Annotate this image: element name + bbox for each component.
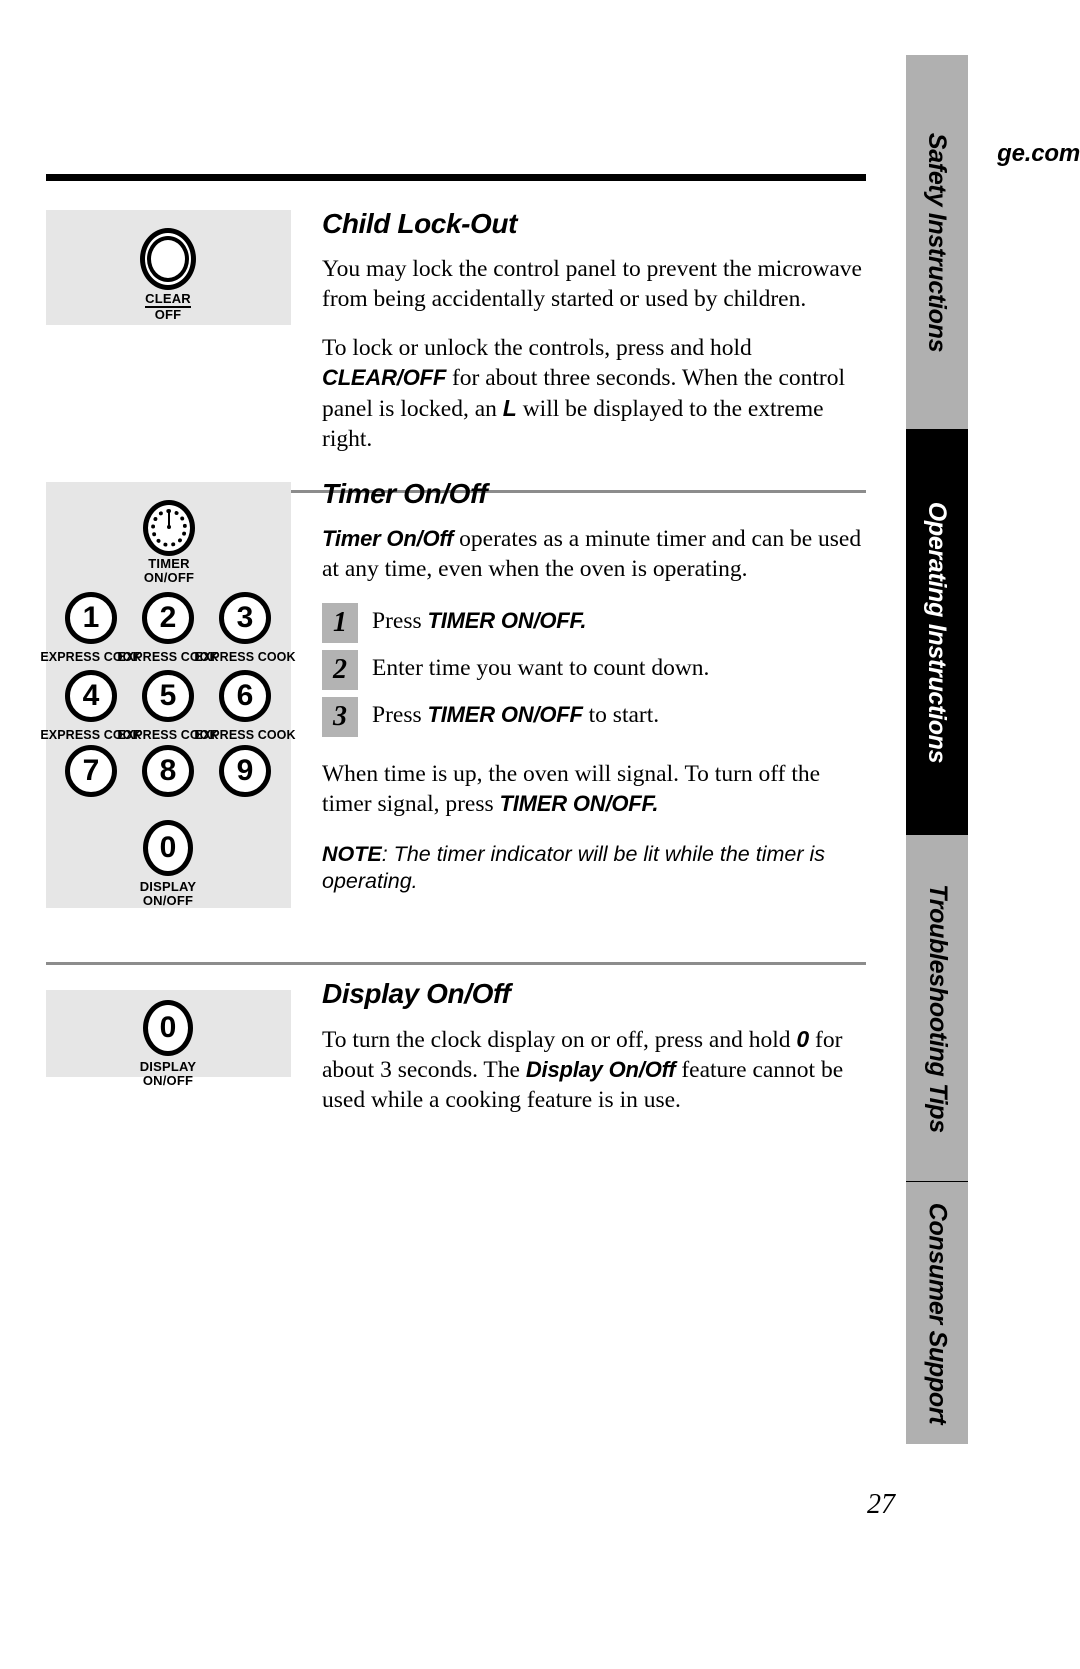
display-onoff-caption-keypad: DISPLAY ON/OFF	[108, 880, 228, 908]
display-onoff-key-inline: Display On/Off	[525, 1057, 676, 1082]
clear-off-button-icon	[140, 228, 196, 290]
page-number: 27	[867, 1489, 895, 1520]
child-lockout-copy: Child Lock-Out You may lock the control …	[322, 208, 874, 454]
timer-button-caption: TIMER ON/OFF	[109, 557, 229, 585]
section-divider-2	[46, 962, 866, 965]
tab-safety-instructions[interactable]: Safety Instructions	[906, 55, 968, 429]
keypad-key-0[interactable]: 0	[143, 820, 193, 876]
display-caption-line-2: ON/OFF	[142, 1073, 194, 1088]
section-title-display: Display On/Off	[322, 978, 511, 1009]
display-caption-line-1: DISPLAY	[139, 879, 197, 894]
section-title-child-lockout: Child Lock-Out	[322, 208, 518, 239]
keypad-key-4[interactable]: 4	[65, 670, 117, 722]
manual-page: ge.com CLEAR OFF Child Lock-Out You may …	[0, 0, 1080, 1669]
timer-dial-icon	[143, 500, 195, 556]
step-text: Press TIMER ON/OFF.	[372, 608, 587, 634]
keypad-key-5[interactable]: 5	[142, 670, 194, 722]
display-caption-line-2: ON/OFF	[142, 893, 194, 908]
keypad-key-9[interactable]: 9	[219, 745, 271, 797]
zero-key-inline: 0	[796, 1026, 810, 1052]
keypad-key-6-sublabel: EXPRESS COOK	[194, 728, 296, 742]
clear-off-caption: CLEAR OFF	[108, 292, 228, 322]
clear-label: CLEAR	[145, 291, 191, 308]
step-number-badge: 3	[322, 697, 358, 737]
tab-label: Safety Instructions	[923, 132, 952, 352]
timer-intro-paragraph: Timer On/Off operates as a minute timer …	[322, 526, 862, 582]
keypad-key-1[interactable]: 1	[65, 592, 117, 644]
keypad-key-3[interactable]: 3	[219, 592, 271, 644]
timer-caption-line-2: ON/OFF	[143, 570, 195, 585]
timer-copy: Timer On/Off Timer On/Off operates as a …	[322, 478, 874, 916]
timer-key-inline-intro: Timer On/Off	[322, 526, 454, 551]
tab-troubleshooting-tips[interactable]: Troubleshooting Tips	[906, 835, 968, 1181]
off-label: OFF	[154, 307, 182, 322]
timer-key-inline-step3: TIMER ON/OFF	[427, 702, 583, 727]
display-onoff-artwork: 0 DISPLAY ON/OFF	[46, 990, 291, 1088]
header-rule	[46, 174, 866, 181]
clear-off-key-inline: CLEAR/OFF	[322, 365, 447, 390]
tab-consumer-support[interactable]: Consumer Support	[906, 1182, 968, 1444]
timer-key-inline-outro: TIMER ON/OFF.	[499, 791, 659, 816]
tab-label: Troubleshooting Tips	[923, 883, 952, 1133]
child-lockout-paragraph-1: You may lock the control panel to preven…	[322, 256, 862, 312]
section-title-timer: Timer On/Off	[322, 478, 488, 509]
timer-step-3: 3 Press TIMER ON/OFF to start.	[322, 697, 874, 737]
display-zero-button-icon: 0	[143, 1000, 193, 1056]
child-lockout-artwork: CLEAR OFF	[46, 210, 291, 325]
timer-step-1: 1 Press TIMER ON/OFF.	[322, 603, 874, 643]
lock-indicator-letter: L	[502, 395, 517, 421]
timer-note: NOTE: The timer indicator will be lit wh…	[322, 841, 826, 893]
timer-step-2: 2 Enter time you want to count down.	[322, 650, 874, 690]
step-text: Enter time you want to count down.	[372, 655, 710, 681]
keypad-key-3-sublabel: EXPRESS COOK	[194, 650, 296, 664]
keypad-key-2[interactable]: 2	[142, 592, 194, 644]
section-tab-rail: Safety Instructions Operating Instructio…	[906, 55, 968, 1444]
tab-operating-instructions[interactable]: Operating Instructions	[906, 429, 968, 835]
step-number-badge: 1	[322, 603, 358, 643]
display-caption-line-1: DISPLAY	[139, 1059, 197, 1074]
timer-key-inline-step1: TIMER ON/OFF.	[427, 608, 587, 633]
display-onoff-copy: Display On/Off To turn the clock display…	[322, 978, 882, 1115]
display-onoff-caption: DISPLAY ON/OFF	[108, 1060, 228, 1088]
child-lockout-paragraph-2: To lock or unlock the controls, press an…	[322, 335, 846, 452]
note-label: NOTE	[322, 841, 382, 866]
timer-keypad-artwork: TIMER ON/OFF 1 EXPRESS COOK 2 EXPRESS CO…	[40, 482, 296, 908]
step-number-badge: 2	[322, 650, 358, 690]
timer-outro-paragraph: When time is up, the oven will signal. T…	[322, 761, 821, 817]
timer-caption-line-1: TIMER	[148, 556, 190, 571]
keypad-key-6[interactable]: 6	[219, 670, 271, 722]
tab-label: Consumer Support	[923, 1202, 952, 1424]
keypad-key-8[interactable]: 8	[142, 745, 194, 797]
step-text: Press TIMER ON/OFF to start.	[372, 702, 660, 728]
tab-label: Operating Instructions	[923, 501, 952, 763]
timer-steps-list: 1 Press TIMER ON/OFF. 2 Enter time you w…	[322, 603, 874, 737]
display-onoff-paragraph: To turn the clock display on or off, pre…	[322, 1026, 844, 1113]
keypad-key-7[interactable]: 7	[65, 745, 117, 797]
